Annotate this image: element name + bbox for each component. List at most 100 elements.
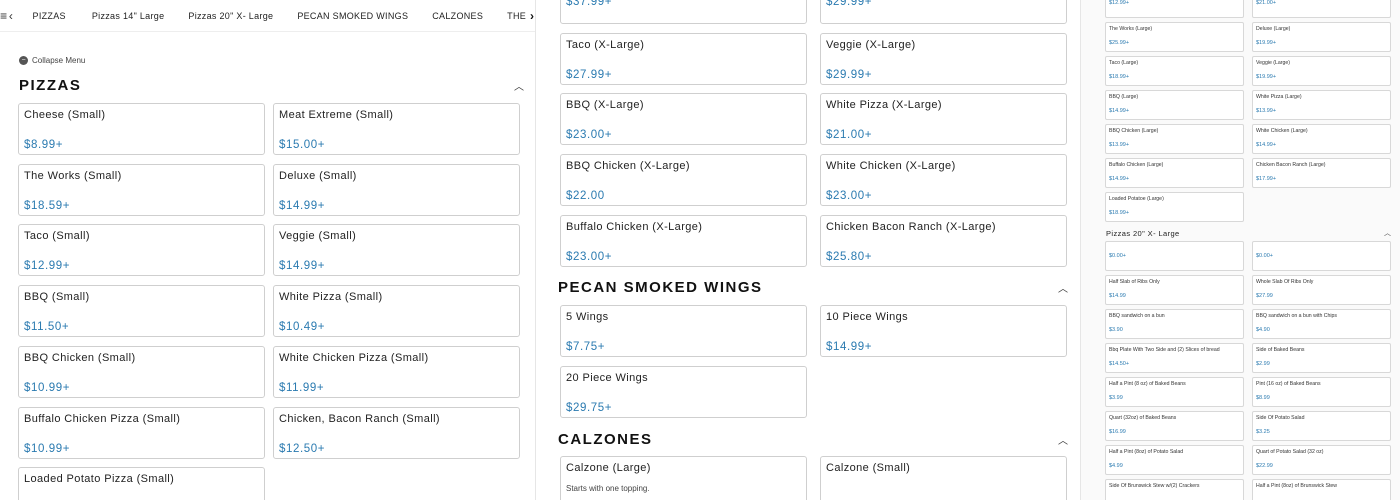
menu-item-card[interactable]: BBQ (X-Large) $23.00+ xyxy=(560,93,807,146)
menu-item-card[interactable]: The Works (Small) $18.59+ xyxy=(18,163,265,216)
menu-list-icon[interactable]: ≡ xyxy=(0,0,7,32)
item-name: Chicken Bacon Ranch (X-Large) xyxy=(826,220,996,233)
menu-item-card[interactable]: Bbq Plate With Two Side and (2) Slices o… xyxy=(1105,343,1244,373)
menu-item-card[interactable]: 5 Wings $7.75+ xyxy=(560,305,807,357)
menu-item-card[interactable]: White Pizza (Small) $10.49+ xyxy=(273,285,520,338)
menu-item-card[interactable]: $37.99+ xyxy=(560,0,807,24)
menu-item-card[interactable]: Chicken Bacon Ranch (X-Large) $25.80+ xyxy=(820,214,1067,267)
item-price: $0.00+ xyxy=(1256,253,1273,259)
section-title: PIZZAS xyxy=(19,76,82,94)
item-name: Half Slab of Ribs Only xyxy=(1109,279,1160,285)
menu-item-card[interactable]: 10 Piece Wings $14.99+ xyxy=(820,305,1067,357)
menu-item-card[interactable]: Veggie (Small) $14.99+ xyxy=(273,224,520,277)
menu-item-card[interactable]: Half a Pint (8 oz) of Baked Beans $3.99 xyxy=(1105,377,1244,407)
item-price: $14.99+ xyxy=(1109,176,1130,182)
menu-item-card[interactable]: BBQ (Large) $14.99+ xyxy=(1105,90,1244,120)
menu-item-card[interactable]: Half a Pint (8oz) of Brunswick Stew xyxy=(1252,479,1391,500)
section-header-wings[interactable]: PECAN SMOKED WINGS ︿ xyxy=(558,275,1068,299)
tab-the-pig[interactable]: THE PIG C xyxy=(495,0,529,32)
section-header-xlarge[interactable]: Pizzas 20" X- Large ︿ xyxy=(1106,226,1391,240)
item-name: BBQ sandwich on a bun with Chips xyxy=(1256,313,1338,319)
menu-item-card[interactable]: White Chicken Pizza (Small) $11.99+ xyxy=(273,345,520,398)
menu-item-card[interactable]: Whole Slab Of Ribs Only $27.99 xyxy=(1252,275,1391,305)
menu-item-card[interactable]: BBQ Chicken (X-Large) $22.00 xyxy=(560,154,807,207)
menu-item-card[interactable]: Side Of Brunswick Stew w/(2) Crackers xyxy=(1105,479,1244,500)
item-price: $19.99+ xyxy=(1256,74,1277,80)
item-name: Pint (16 oz) of Baked Beans xyxy=(1256,381,1321,387)
item-name: White Pizza (Large) xyxy=(1256,94,1302,100)
menu-item-card[interactable]: White Chicken (Large) $14.99+ xyxy=(1252,124,1391,154)
menu-item-card[interactable]: Taco (X-Large) $27.99+ xyxy=(560,32,807,85)
item-name: White Chicken (X-Large) xyxy=(826,160,956,173)
chevron-up-icon[interactable]: ︿ xyxy=(1384,228,1391,238)
menu-item-card[interactable]: Chicken, Bacon Ranch (Small) $12.50+ xyxy=(273,406,520,459)
menu-item-card[interactable]: Veggie (Large) $19.99+ xyxy=(1252,56,1391,86)
menu-item-card[interactable]: Half Slab of Ribs Only $14.99 xyxy=(1105,275,1244,305)
item-name: The Works (Large) xyxy=(1109,26,1153,32)
menu-item-card[interactable]: Deluxe (Large) $19.99+ xyxy=(1252,22,1391,52)
tab-pizzas-20-xlarge[interactable]: Pizzas 20" X- Large xyxy=(176,0,285,32)
menu-item-card[interactable]: Veggie (X-Large) $29.99+ xyxy=(820,32,1067,85)
menu-item-card[interactable]: Quart of Potato Salad (32 oz) $22.99 xyxy=(1252,445,1391,475)
menu-item-card[interactable]: BBQ Chicken (Small) $10.99+ xyxy=(18,345,265,398)
tab-pizzas-14-large[interactable]: Pizzas 14" Large xyxy=(78,0,177,32)
collapse-menu-button[interactable]: − Collapse Menu xyxy=(19,56,85,65)
menu-item-card[interactable]: 20 Piece Wings $29.75+ xyxy=(560,365,807,418)
item-name: Bbq Plate With Two Side and (2) Slices o… xyxy=(1109,347,1220,353)
menu-item-card[interactable]: BBQ sandwich on a bun with Chips $4.90 xyxy=(1252,309,1391,339)
chevron-up-icon[interactable]: ︿ xyxy=(1058,432,1068,447)
menu-item-card[interactable]: $21.00+ xyxy=(1252,0,1391,18)
menu-item-card[interactable]: White Pizza (X-Large) $21.00+ xyxy=(820,93,1067,146)
tab-calzones[interactable]: CALZONES xyxy=(420,0,495,32)
menu-item-card[interactable]: Half a Pint (8oz) of Potato Salad $4.99 xyxy=(1105,445,1244,475)
menu-item-card[interactable]: Deluxe (Small) $14.99+ xyxy=(273,163,520,216)
menu-item-card[interactable]: Loaded Potato Pizza (Small) xyxy=(18,467,265,500)
item-price: $3.90 xyxy=(1109,327,1123,333)
menu-item-card[interactable]: Calzone (Small) xyxy=(820,456,1067,500)
tab-pizzas[interactable]: PIZZAS xyxy=(15,0,78,32)
menu-item-card[interactable]: Cheese (Small) $8.99+ xyxy=(18,103,265,155)
chevron-left-icon[interactable]: ‹ xyxy=(7,0,14,32)
menu-item-card[interactable]: The Works (Large) $25.99+ xyxy=(1105,22,1244,52)
menu-item-card[interactable]: Calzone (Large) Starts with one topping. xyxy=(560,456,807,500)
menu-item-card[interactable]: Pint (16 oz) of Baked Beans $8.99 xyxy=(1252,377,1391,407)
item-price: $14.99+ xyxy=(1109,108,1130,114)
menu-item-card[interactable]: Quart (32oz) of Baked Beans $16.99 xyxy=(1105,411,1244,441)
item-price: $4.90 xyxy=(1256,327,1270,333)
item-price: $25.99+ xyxy=(1109,40,1130,46)
menu-item-card[interactable]: White Pizza (Large) $13.99+ xyxy=(1252,90,1391,120)
item-name: Whole Slab Of Ribs Only xyxy=(1256,279,1314,285)
menu-item-card[interactable]: Taco (Large) $18.99+ xyxy=(1105,56,1244,86)
menu-item-card[interactable]: $12.99+ xyxy=(1105,0,1244,18)
chevron-up-icon[interactable]: ︿ xyxy=(514,78,524,93)
menu-item-card[interactable]: $29.99+ xyxy=(820,0,1067,24)
item-name: BBQ (Large) xyxy=(1109,94,1139,100)
menu-item-card[interactable]: Chicken Bacon Ranch (Large) $17.99+ xyxy=(1252,158,1391,188)
menu-item-card[interactable]: $0.00+ xyxy=(1105,241,1244,271)
section-header-pizzas[interactable]: PIZZAS ︿ xyxy=(19,73,524,97)
section-header-calzones[interactable]: CALZONES ︿ xyxy=(558,427,1068,451)
item-price: $23.00+ xyxy=(566,129,613,142)
menu-item-card[interactable]: Taco (Small) $12.99+ xyxy=(18,224,265,277)
menu-item-card[interactable]: BBQ Chicken (Large) $13.99+ xyxy=(1105,124,1244,154)
menu-item-card[interactable]: Loaded Potatoe (Large) $18.99+ xyxy=(1105,192,1244,222)
menu-item-card[interactable]: $0.00+ xyxy=(1252,241,1391,271)
menu-item-card[interactable]: Meat Extreme (Small) $15.00+ xyxy=(273,103,520,155)
collapse-icon: − xyxy=(19,56,28,65)
menu-item-card[interactable]: Buffalo Chicken (Large) $14.99+ xyxy=(1105,158,1244,188)
menu-item-card[interactable]: BBQ sandwich on a bun $3.90 xyxy=(1105,309,1244,339)
item-name: Deluxe (Large) xyxy=(1256,26,1291,32)
menu-item-card[interactable]: White Chicken (X-Large) $23.00+ xyxy=(820,154,1067,207)
item-name: 20 Piece Wings xyxy=(566,371,649,384)
menu-item-card[interactable]: Buffalo Chicken (X-Large) $23.00+ xyxy=(560,214,807,267)
menu-item-card[interactable]: Side of Baked Beans $2.99 xyxy=(1252,343,1391,373)
menu-item-card[interactable]: Side Of Potato Salad $3.25 xyxy=(1252,411,1391,441)
tab-pecan-smoked-wings[interactable]: PECAN SMOKED WINGS xyxy=(285,0,420,32)
item-name: Calzone (Large) xyxy=(566,462,651,474)
item-price: $3.25 xyxy=(1256,429,1270,435)
menu-item-card[interactable]: BBQ (Small) $11.50+ xyxy=(18,285,265,338)
chevron-up-icon[interactable]: ︿ xyxy=(1058,280,1068,295)
menu-item-card[interactable]: Buffalo Chicken Pizza (Small) $10.99+ xyxy=(18,406,265,459)
section-title: PECAN SMOKED WINGS xyxy=(558,278,763,296)
item-price: $27.99+ xyxy=(566,68,613,81)
